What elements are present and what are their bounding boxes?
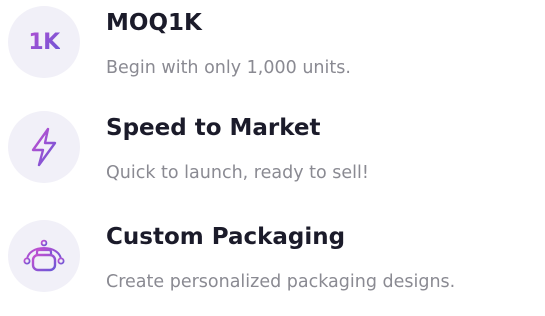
feature-title: Speed to Market [106,115,321,141]
packaging-design-icon [8,220,80,292]
feature-item-packaging: Custom Packaging Create personalized pac… [0,214,545,314]
feature-item-speed: Speed to Market Quick to launch, ready t… [0,105,545,205]
feature-title: Custom Packaging [106,224,346,250]
lightning-bolt-icon [8,111,80,183]
feature-description: Create personalized packaging designs. [106,272,456,292]
feature-description: Quick to launch, ready to sell! [106,163,369,183]
lightning-bolt-svg [31,127,57,167]
1k-badge-text: 1K [28,29,60,55]
packaging-design-svg [23,239,65,272]
feature-list: 1K MOQ1K Begin with only 1,000 units. Sp… [0,0,545,316]
feature-title: MOQ1K [106,10,202,36]
feature-description: Begin with only 1,000 units. [106,58,351,78]
1k-badge-icon: 1K [8,6,80,78]
feature-item-moq: 1K MOQ1K Begin with only 1,000 units. [0,0,545,100]
